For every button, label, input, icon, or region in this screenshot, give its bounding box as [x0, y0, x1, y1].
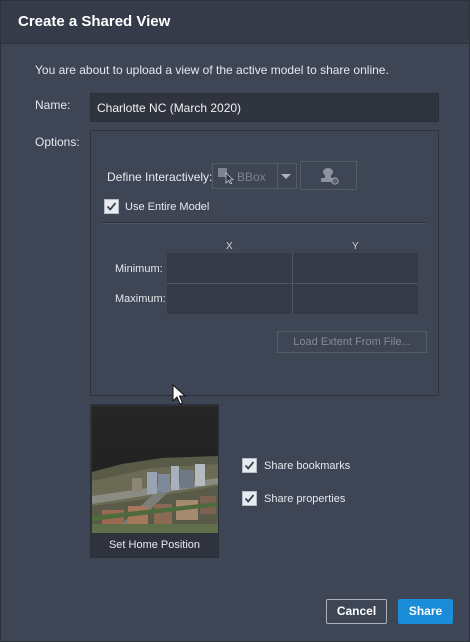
dialog-title: Create a Shared View [18, 13, 171, 30]
extent-grid [167, 253, 418, 314]
row-label-maximum: Maximum: [115, 293, 166, 305]
model-thumbnail-image [92, 406, 218, 533]
pick-extent-button[interactable] [300, 161, 357, 190]
intro-text: You are about to upload a view of the ac… [35, 63, 389, 77]
share-bookmarks-label: Share bookmarks [264, 460, 351, 472]
options-label: Options: [35, 135, 80, 149]
max-y-cell [293, 284, 418, 314]
check-icon [244, 461, 255, 470]
share-button[interactable]: Share [398, 599, 453, 624]
define-interactively-label: Define Interactively: [107, 170, 213, 184]
set-home-position-label: Set Home Position [108, 539, 201, 551]
check-icon [244, 494, 255, 503]
bbox-pointer-icon [218, 168, 234, 184]
row-label-minimum: Minimum: [115, 263, 163, 275]
define-mode-dropdown[interactable]: BBox [212, 163, 297, 189]
cancel-button[interactable]: Cancel [326, 599, 387, 624]
chevron-down-icon [281, 174, 291, 179]
load-extent-button: Load Extent From File... [277, 331, 427, 353]
name-label: Name: [35, 98, 71, 112]
check-icon [106, 202, 117, 211]
create-shared-view-dialog: Create a Shared View You are about to up… [0, 0, 470, 642]
title-bar: Create a Shared View [1, 1, 469, 44]
mouse-cursor-icon [172, 384, 186, 405]
min-y-cell [293, 253, 418, 283]
max-x-cell [167, 284, 292, 314]
share-properties-label: Share properties [264, 493, 346, 505]
use-entire-model-label: Use Entire Model [125, 201, 210, 213]
define-mode-value: BBox [237, 170, 266, 184]
column-header-x: X [226, 241, 233, 252]
name-input[interactable]: Charlotte NC (March 2020) [90, 93, 439, 122]
stamp-icon [321, 168, 339, 185]
share-bookmarks-checkbox[interactable] [242, 458, 257, 473]
share-properties-checkbox[interactable] [242, 491, 257, 506]
grid-divider-horizontal [167, 283, 418, 284]
dropdown-separator [277, 164, 278, 188]
min-x-cell [167, 253, 292, 283]
home-position-card[interactable]: Set Home Position [90, 404, 219, 558]
use-entire-model-checkbox[interactable] [104, 199, 119, 214]
column-header-y: Y [352, 241, 359, 252]
divider-highlight [102, 223, 426, 224]
